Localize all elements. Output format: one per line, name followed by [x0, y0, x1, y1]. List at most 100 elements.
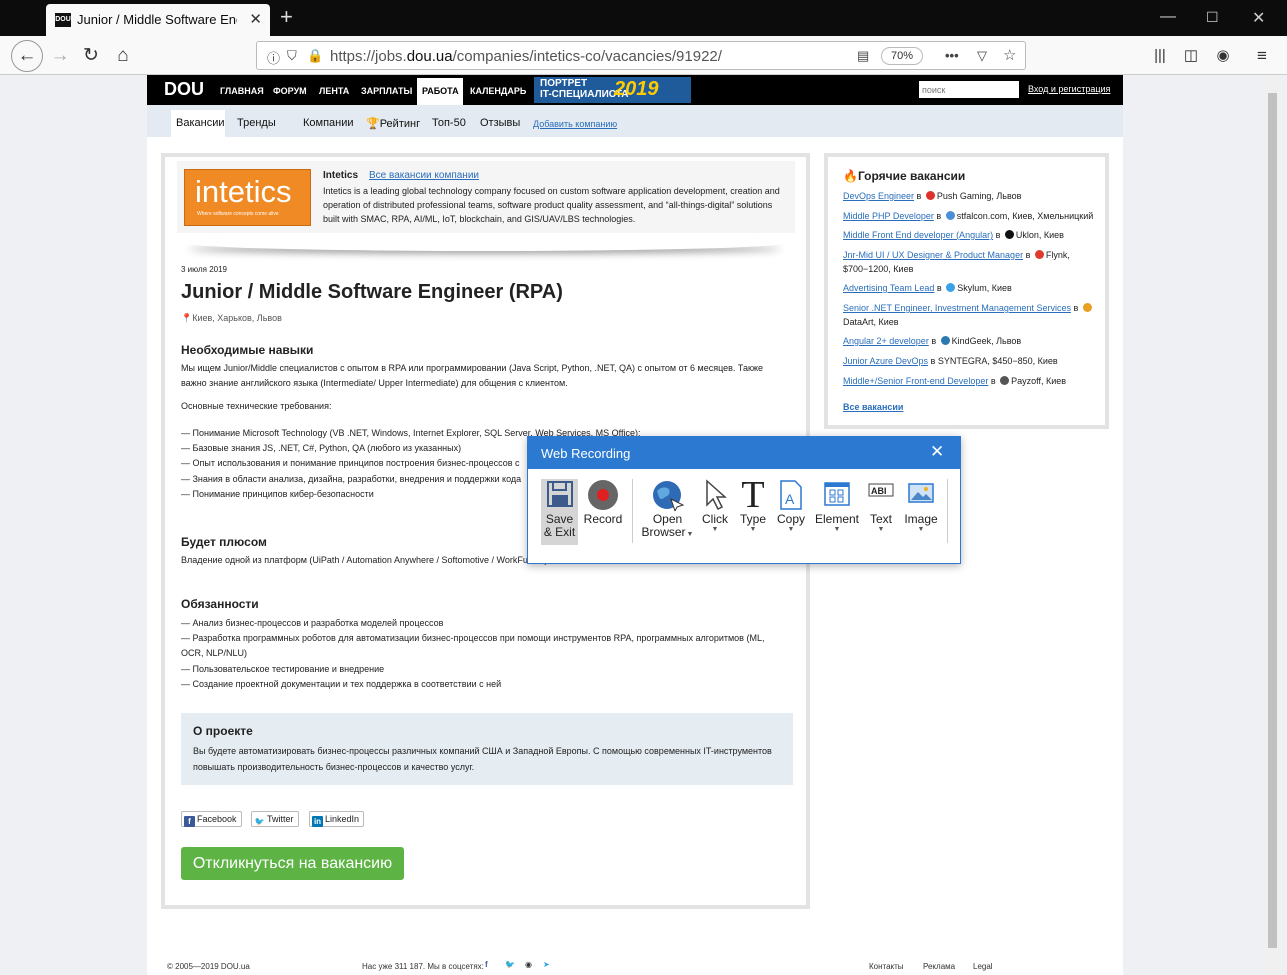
- hot-vacancy-company[interactable]: SYNTEGRA: [938, 356, 988, 366]
- type-button[interactable]: T Type ▼: [736, 476, 770, 545]
- firefox-account-icon[interactable]: ◉: [1210, 43, 1236, 69]
- bookmark-star-icon[interactable]: ☆: [1003, 46, 1016, 64]
- forward-icon[interactable]: →: [47, 43, 73, 69]
- footer-contacts[interactable]: Контакты: [869, 962, 904, 971]
- company-logo-icon: [945, 211, 955, 220]
- text-button[interactable]: ABI Text ▼: [865, 479, 897, 545]
- nav-main[interactable]: ГЛАВНАЯ: [220, 86, 264, 96]
- copy-button[interactable]: A Copy ▼: [774, 479, 808, 545]
- hot-vacancy-company[interactable]: Skylum: [957, 283, 987, 293]
- back-icon[interactable]: ←: [11, 40, 43, 72]
- apply-button[interactable]: Откликнуться на вакансию: [181, 847, 404, 880]
- subnav-trends[interactable]: Тренды: [237, 117, 276, 129]
- subnav-vacancies[interactable]: Вакансии: [176, 117, 225, 129]
- hot-vacancy-link[interactable]: Middle Front End developer (Angular): [843, 230, 993, 240]
- subnav-companies[interactable]: Компании: [303, 117, 354, 129]
- reload-icon[interactable]: ↻: [78, 43, 104, 69]
- close-window-icon[interactable]: ✕: [1252, 8, 1265, 28]
- hot-vacancy-link[interactable]: Junior Azure DevOps: [843, 356, 928, 366]
- new-tab-icon[interactable]: +: [280, 4, 293, 30]
- sub-navigation: Вакансии Тренды Компании 🏆Рейтинг Топ-50…: [147, 105, 1123, 137]
- maximize-icon[interactable]: ☐: [1206, 9, 1219, 26]
- library-icon[interactable]: |||: [1147, 43, 1173, 69]
- tracking-shield-icon[interactable]: ⛉: [287, 48, 297, 64]
- subnav-top50[interactable]: Топ-50: [432, 117, 466, 129]
- page-scrollbar[interactable]: [1265, 75, 1280, 975]
- twitter-icon: 🐦: [254, 817, 265, 826]
- save-exit-button[interactable]: Save & Exit: [541, 479, 578, 545]
- globe-icon: [640, 479, 695, 513]
- element-button[interactable]: Element ▼: [813, 479, 861, 545]
- share-twitter-button[interactable]: 🐦 Twitter: [251, 811, 299, 827]
- subnav-rating[interactable]: 🏆Рейтинг: [366, 117, 420, 130]
- hot-vacancy-link[interactable]: Senior .NET Engineer, Investment Managem…: [843, 303, 1071, 313]
- record-button[interactable]: Record: [583, 479, 623, 545]
- telegram-icon[interactable]: ➤: [543, 960, 550, 969]
- hot-vacancy-company[interactable]: Payzoff: [1011, 376, 1041, 386]
- login-link[interactable]: Вход и регистрация: [1028, 84, 1110, 94]
- tab-strip: DOU Junior / Middle Software Engin ✕ + —…: [0, 0, 1287, 36]
- recorder-title: Web Recording: [541, 446, 631, 461]
- minimize-icon[interactable]: —: [1160, 8, 1176, 26]
- hot-vacancy-company[interactable]: Uklon: [1016, 230, 1039, 240]
- company-all-vacancies-link[interactable]: Все вакансии компании: [369, 170, 479, 181]
- info-icon[interactable]: ⓘ: [267, 48, 280, 67]
- vacancy-title: Junior / Middle Software Engineer (RPA): [181, 281, 563, 303]
- twitter-icon[interactable]: 🐦: [505, 960, 515, 969]
- url-text[interactable]: https://jobs.dou.ua/companies/intetics-c…: [330, 48, 722, 65]
- hot-vacancy-company[interactable]: Flynk: [1046, 250, 1068, 260]
- url-bar[interactable]: ⓘ ⛉ 🔒 https://jobs.dou.ua/companies/inte…: [256, 41, 1026, 70]
- tab-title: Junior / Middle Software Engin: [77, 12, 237, 27]
- open-browser-button[interactable]: Open Browser▼: [640, 479, 695, 545]
- recorder-close-icon[interactable]: ✕: [930, 442, 944, 462]
- company-name[interactable]: Intetics: [323, 170, 358, 181]
- facebook-icon[interactable]: f: [485, 960, 488, 969]
- nav-salaries[interactable]: ЗАРПЛАТЫ: [361, 86, 412, 96]
- add-company-link[interactable]: Добавить компанию: [533, 119, 617, 129]
- lock-icon[interactable]: 🔒: [307, 48, 323, 64]
- zoom-indicator[interactable]: 70%: [881, 47, 923, 65]
- subnav-reviews[interactable]: Отзывы: [480, 117, 520, 129]
- home-icon[interactable]: ⌂: [110, 43, 136, 69]
- copy-doc-icon: A: [774, 479, 808, 513]
- page-actions-icon[interactable]: •••: [945, 48, 959, 63]
- reader-view-icon[interactable]: ▤: [857, 48, 869, 64]
- nav-forum[interactable]: ФОРУМ: [273, 86, 307, 96]
- nav-feed[interactable]: ЛЕНТА: [319, 86, 349, 96]
- close-tab-icon[interactable]: ✕: [249, 10, 262, 28]
- hot-vacancy-link[interactable]: DevOps Engineer: [843, 191, 914, 201]
- scrollbar-thumb[interactable]: [1268, 93, 1277, 948]
- company-logo[interactable]: intetics Where software concepts come al…: [184, 169, 311, 226]
- footer-legal[interactable]: Legal: [973, 962, 993, 971]
- project-heading: О проекте: [193, 724, 253, 738]
- hot-vacancy-company[interactable]: Push Gaming: [937, 191, 992, 201]
- site-search-input[interactable]: [919, 81, 1019, 98]
- hot-vacancy-company[interactable]: stfalcon.com: [957, 211, 1008, 221]
- nav-calendar[interactable]: КАЛЕНДАРЬ: [470, 86, 526, 96]
- image-button[interactable]: Image ▼: [901, 479, 941, 545]
- footer-ads[interactable]: Реклама: [923, 962, 955, 971]
- tech-req-label: Основные технические требования:: [181, 401, 332, 411]
- click-button[interactable]: Click ▼: [698, 479, 732, 545]
- github-icon[interactable]: ◉: [525, 960, 532, 969]
- hot-vacancy-link[interactable]: Middle+/Senior Front-end Developer: [843, 376, 988, 386]
- hot-vacancy-company[interactable]: KindGeek: [952, 336, 992, 346]
- pocket-icon[interactable]: ▽: [977, 48, 987, 64]
- hot-vacancy-link[interactable]: Angular 2+ developer: [843, 336, 929, 346]
- recorder-titlebar[interactable]: Web Recording ✕: [528, 437, 960, 469]
- all-vacancies-link[interactable]: Все вакансии: [843, 402, 903, 412]
- portrait-banner[interactable]: ПОРТРЕТ IT-СПЕЦИАЛИСТА 2019: [534, 77, 691, 103]
- location-pin-icon: 📍: [181, 313, 193, 323]
- hot-vacancy-link[interactable]: Advertising Team Lead: [843, 283, 934, 293]
- dou-logo[interactable]: DOU: [164, 79, 204, 100]
- sidebar-icon[interactable]: ◫: [1178, 43, 1204, 69]
- hot-vacancy-item: Senior .NET Engineer, Investment Managem…: [843, 301, 1098, 329]
- hot-vacancy-link[interactable]: Middle PHP Developer: [843, 211, 934, 221]
- hot-vacancy-company[interactable]: DataArt: [843, 317, 874, 327]
- browser-tab[interactable]: DOU Junior / Middle Software Engin ✕: [46, 4, 270, 36]
- menu-icon[interactable]: ≡: [1249, 43, 1275, 69]
- share-facebook-button[interactable]: f Facebook: [181, 811, 242, 827]
- share-linkedin-button[interactable]: in LinkedIn: [309, 811, 365, 827]
- hot-vacancy-link[interactable]: Jnr-Mid UI / UX Designer & Product Manag…: [843, 250, 1023, 260]
- nav-work[interactable]: РАБОТА: [422, 86, 459, 96]
